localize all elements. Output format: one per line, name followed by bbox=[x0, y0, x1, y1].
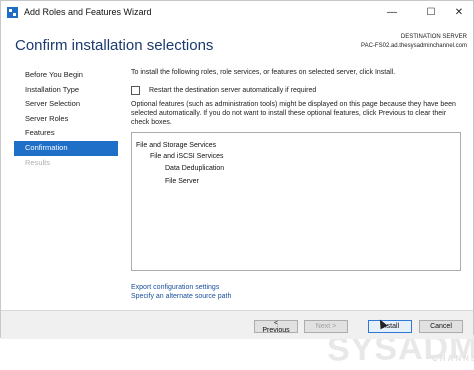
restart-checkbox[interactable] bbox=[131, 86, 140, 95]
next-button: Next > bbox=[304, 320, 348, 333]
selections-list: SYSADMIN CHANNEL File and Storage Servic… bbox=[131, 132, 474, 369]
destination-server-label: DESTINATION SERVER bbox=[400, 34, 467, 40]
selection-item: File and iSCSI Services bbox=[150, 153, 224, 160]
restart-option[interactable]: Restart the destination server automatic… bbox=[131, 86, 316, 95]
install-button[interactable]: Install bbox=[368, 320, 412, 333]
wizard-nav: Before You Begin Installation Type Serve… bbox=[14, 68, 118, 170]
selection-item: File Server bbox=[165, 178, 199, 185]
cancel-button[interactable]: Cancel bbox=[419, 320, 463, 333]
export-configuration-link[interactable]: Export configuration settings bbox=[131, 283, 231, 292]
confirmation-content: To install the following roles, role ser… bbox=[131, 68, 461, 126]
nav-item-results: Results bbox=[25, 157, 51, 167]
watermark-subtext: CHANNEL bbox=[432, 354, 474, 363]
minimize-button[interactable]: — bbox=[378, 1, 406, 23]
window-title: Add Roles and Features Wizard bbox=[24, 7, 152, 17]
maximize-button[interactable]: ☐ bbox=[417, 1, 445, 23]
server-manager-icon bbox=[7, 6, 18, 18]
wizard-window: Add Roles and Features Wizard — ☐ ✕ Conf… bbox=[0, 0, 474, 369]
alternate-source-link[interactable]: Specify an alternate source path bbox=[131, 292, 231, 301]
nav-item-server-roles[interactable]: Server Roles bbox=[14, 112, 118, 127]
optional-features-note: Optional features (such as administratio… bbox=[131, 101, 456, 126]
previous-button[interactable]: < Previous bbox=[254, 320, 298, 334]
nav-item-confirmation[interactable]: Confirmation bbox=[14, 140, 118, 156]
selection-item: Data Deduplication bbox=[165, 165, 225, 172]
wizard-footer: < Previous Next > Install Cancel bbox=[1, 310, 473, 339]
destination-server-value: PAC-FS02.ad.thesysadminchannel.com bbox=[361, 43, 467, 49]
close-button[interactable]: ✕ bbox=[445, 1, 473, 23]
title-bar: Add Roles and Features Wizard — ☐ ✕ bbox=[1, 1, 473, 23]
page-title: Confirm installation selections bbox=[15, 37, 214, 54]
wizard-header: Confirm installation selections DESTINAT… bbox=[1, 23, 473, 67]
nav-item-server-selection[interactable]: Server Selection bbox=[14, 97, 118, 112]
nav-item-features[interactable]: Features bbox=[14, 126, 118, 141]
config-links: Export configuration settings Specify an… bbox=[131, 283, 231, 301]
intro-text: To install the following roles, role ser… bbox=[131, 69, 396, 76]
selection-item: File and Storage Services bbox=[136, 142, 217, 149]
restart-checkbox-label[interactable]: Restart the destination server automatic… bbox=[149, 87, 316, 94]
nav-item-before-you-begin[interactable]: Before You Begin bbox=[14, 68, 118, 83]
nav-item-installation-type[interactable]: Installation Type bbox=[14, 83, 118, 98]
